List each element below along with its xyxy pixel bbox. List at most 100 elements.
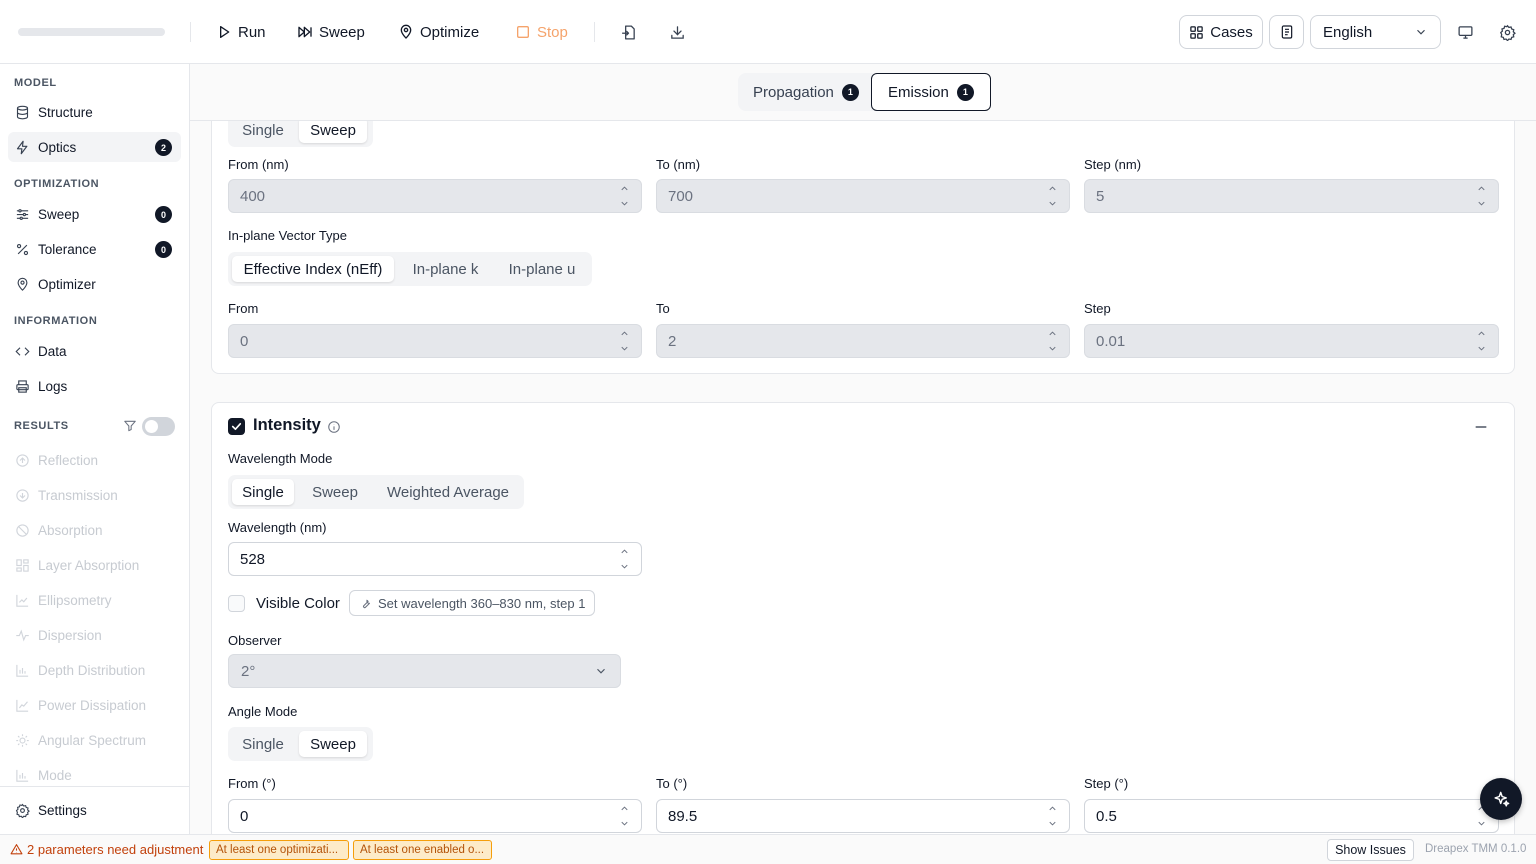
chevron-down-icon: [597, 668, 605, 674]
to-value: 2: [668, 332, 677, 350]
number-stepper[interactable]: [1047, 803, 1059, 829]
display-button[interactable]: [1453, 20, 1477, 44]
stop-button[interactable]: Stop: [515, 20, 568, 44]
sidebar-item-logs[interactable]: Logs: [8, 371, 181, 401]
visible-color-hint-button[interactable]: Set wavelength 360–830 nm, step 1: [349, 590, 596, 616]
sidebar-item-structure[interactable]: Structure: [8, 97, 181, 127]
chevron-up-icon: [621, 331, 628, 336]
sidebar-item-tolerance[interactable]: Tolerance 0: [8, 234, 181, 264]
sidebar-item-layer-absorption[interactable]: Layer Absorption: [8, 550, 181, 580]
trending-icon: [16, 699, 29, 712]
sidebar-item-dispersion[interactable]: Dispersion: [8, 620, 181, 650]
tab-propagation[interactable]: Propagation 1: [753, 73, 859, 111]
collapse-icon[interactable]: [1473, 419, 1489, 435]
run-button[interactable]: Run: [216, 20, 266, 44]
angle-from-value: 0: [240, 807, 249, 825]
sidebar-item-power-dissipation[interactable]: Power Dissipation: [8, 690, 181, 720]
sidebar-item-absorption[interactable]: Absorption: [8, 515, 181, 545]
warning-text: 2 parameters need adjustment: [27, 842, 204, 857]
wavelength-mode-label: Wavelength Mode: [228, 451, 333, 466]
angle-to-input[interactable]: 89.5: [656, 799, 1070, 833]
number-stepper[interactable]: [619, 183, 631, 209]
sidebar-item-label: Tolerance: [38, 241, 97, 257]
sidebar-item-optics[interactable]: Optics 2: [8, 132, 181, 162]
to-nm-label: To (nm): [656, 157, 701, 172]
chevron-down-icon: [1049, 201, 1056, 206]
chevron-up-icon: [1049, 331, 1056, 336]
sidebar-item-reflection[interactable]: Reflection: [8, 445, 181, 475]
angle-mode-sweep[interactable]: Sweep: [299, 731, 367, 757]
to-nm-input[interactable]: 700: [656, 179, 1070, 213]
sidebar-item-label: Logs: [38, 378, 68, 394]
from-input[interactable]: 0: [228, 324, 642, 358]
sidebar-item-label: Ellipsometry: [38, 592, 112, 608]
settings-gear-button[interactable]: [1495, 20, 1519, 44]
sidebar-item-data[interactable]: Data: [8, 336, 181, 366]
sidebar-item-settings[interactable]: Settings: [8, 795, 181, 825]
wavelength-mode-sweep[interactable]: Sweep: [301, 479, 369, 505]
number-stepper[interactable]: [1476, 328, 1488, 354]
section-title-results: RESULTS: [14, 420, 69, 432]
wavelength-mode-single[interactable]: Single: [232, 479, 294, 505]
number-stepper[interactable]: [1047, 183, 1059, 209]
number-stepper[interactable]: [1047, 328, 1059, 354]
optimize-button[interactable]: Optimize: [398, 20, 479, 44]
angle-step-input[interactable]: 0.5: [1084, 799, 1499, 833]
sidebar-item-optimizer[interactable]: Optimizer: [8, 269, 181, 299]
issue-chip[interactable]: At least one enabled o...: [353, 840, 492, 860]
section-title-optimization: OPTIMIZATION: [14, 178, 100, 190]
tab-label: Propagation: [753, 83, 834, 101]
sidebar-footer: Settings: [0, 786, 189, 834]
observer-select[interactable]: 2°: [228, 654, 621, 688]
sidebar-item-depth-distribution[interactable]: Depth Distribution: [8, 655, 181, 685]
info-icon[interactable]: [327, 420, 341, 434]
ai-assistant-button[interactable]: [1480, 778, 1522, 820]
printer-icon: [16, 379, 29, 393]
parameter-warning[interactable]: 2 parameters need adjustment: [10, 842, 203, 857]
to-input[interactable]: 2: [656, 324, 1070, 358]
issue-chip[interactable]: At least one optimizati...: [209, 840, 349, 860]
vector-option-k[interactable]: In-plane k: [398, 256, 493, 282]
cases-button[interactable]: Cases: [1179, 15, 1263, 49]
vector-option-neff[interactable]: Effective Index (nEff): [232, 256, 394, 282]
show-issues-button[interactable]: Show Issues: [1327, 839, 1414, 861]
sweep-button[interactable]: Sweep: [297, 20, 365, 44]
number-stepper[interactable]: [619, 546, 631, 572]
to-label: To: [656, 301, 670, 316]
filter-icon[interactable]: [123, 419, 137, 433]
sweep-count-badge: 0: [155, 206, 172, 223]
wavelength-input[interactable]: 528: [228, 542, 642, 576]
number-stepper[interactable]: [619, 803, 631, 829]
visible-color-checkbox[interactable]: [228, 595, 245, 612]
language-select[interactable]: English: [1310, 15, 1441, 49]
angle-from-input[interactable]: 0: [228, 799, 642, 833]
intensity-checkbox[interactable]: [228, 418, 245, 435]
sidebar-item-transmission[interactable]: Transmission: [8, 480, 181, 510]
vector-option-u[interactable]: In-plane u: [496, 256, 588, 282]
angle-mode-single[interactable]: Single: [232, 731, 294, 757]
from-nm-input[interactable]: 400: [228, 179, 642, 213]
sidebar: MODEL Structure Optics 2 OPTIMIZATION Sw…: [0, 64, 190, 834]
tab-emission[interactable]: Emission 1: [871, 73, 991, 111]
bar-chart-icon: [16, 664, 29, 677]
tab-count-badge: 1: [956, 83, 974, 101]
sidebar-item-label: Structure: [38, 104, 93, 120]
chevron-up-icon: [621, 806, 628, 811]
sidebar-item-sweep[interactable]: Sweep 0: [8, 199, 181, 229]
number-stepper[interactable]: [1476, 183, 1488, 209]
step-nm-input[interactable]: 5: [1084, 179, 1499, 213]
chevron-up-icon: [621, 186, 628, 191]
sidebar-item-angular-spectrum[interactable]: Angular Spectrum: [8, 725, 181, 755]
play-icon: [220, 26, 230, 38]
wavelength-mode-weighted[interactable]: Weighted Average: [378, 479, 518, 505]
results-filter-toggle[interactable]: [142, 417, 175, 436]
observer-value: 2°: [241, 662, 256, 680]
number-stepper[interactable]: [619, 328, 631, 354]
document-button[interactable]: [1269, 15, 1304, 49]
sidebar-item-label: Reflection: [38, 452, 99, 468]
sidebar-item-ellipsometry[interactable]: Ellipsometry: [8, 585, 181, 615]
step-input[interactable]: 0.01: [1084, 324, 1499, 358]
chevron-down-icon: [1049, 821, 1056, 826]
import-button[interactable]: [616, 20, 640, 44]
download-button[interactable]: [665, 20, 689, 44]
